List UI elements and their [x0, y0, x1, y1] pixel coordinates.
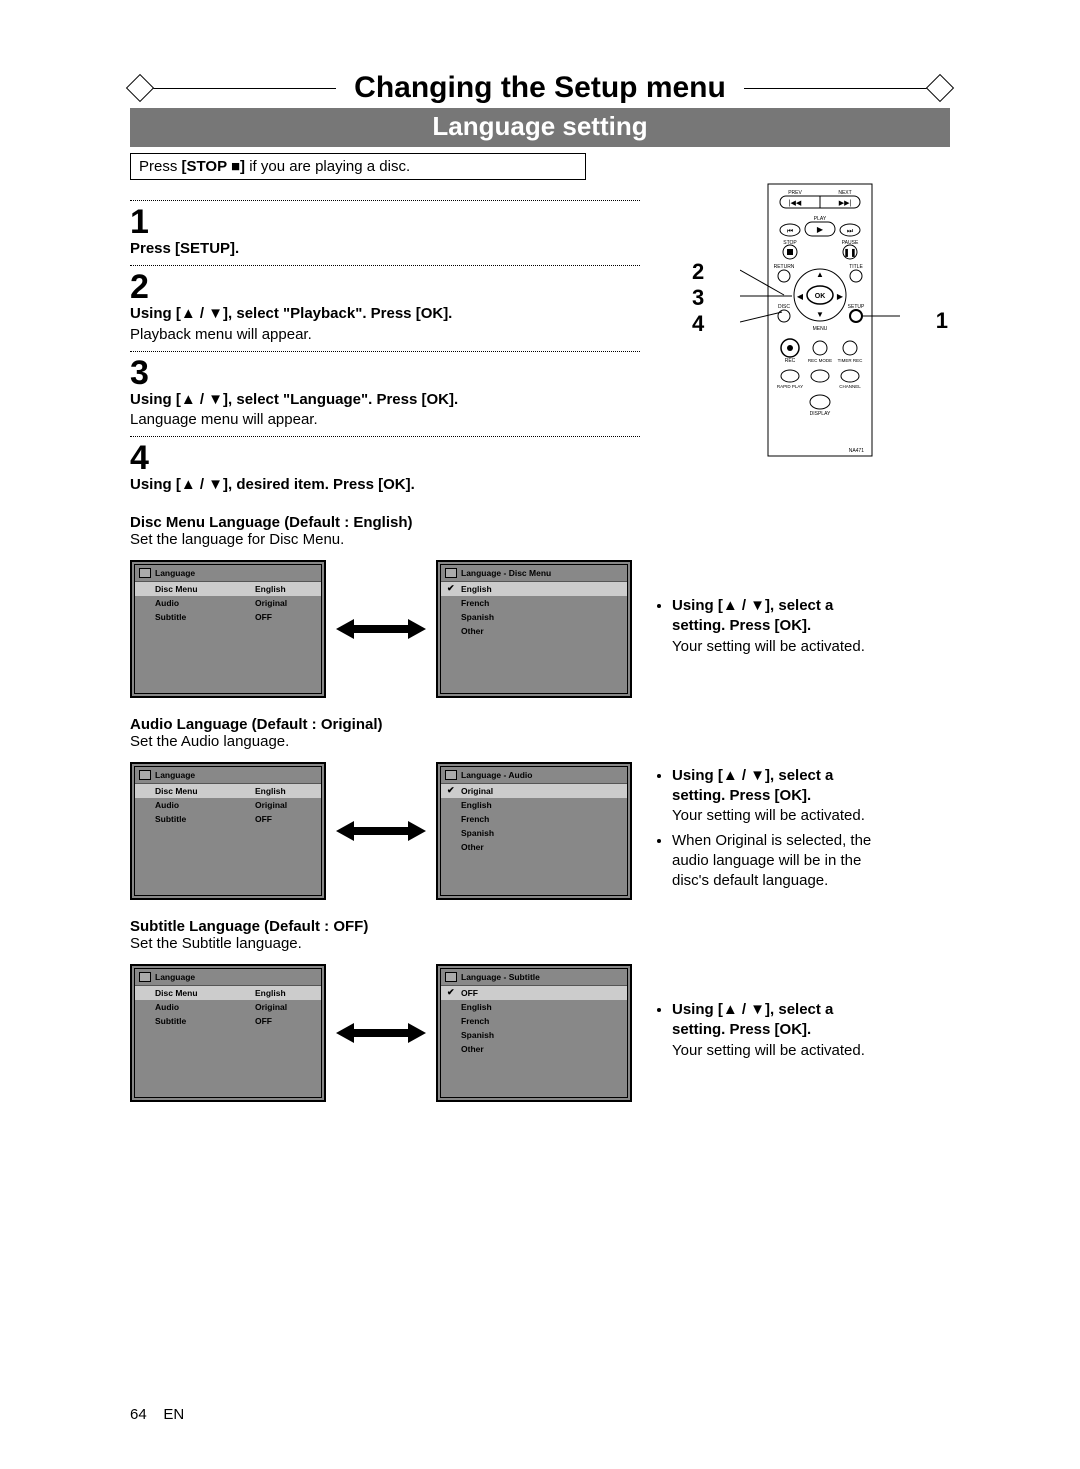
disc-side-bold: Using [▲ / ▼], select a setting. Press [… [672, 597, 833, 634]
audio-side-bold: Using [▲ / ▼], select a setting. Press [… [672, 767, 833, 804]
svg-text:TIMER REC: TIMER REC [838, 358, 864, 363]
subtitle-bar: Language setting [130, 108, 950, 147]
svg-text:❚❚: ❚❚ [843, 248, 856, 257]
subtitle-side-line: Your setting will be activated. [672, 1042, 865, 1059]
disc-section-desc: Set the language for Disc Menu. [130, 531, 950, 548]
subtitle-section-desc: Set the Subtitle language. [130, 935, 950, 952]
language-menu-panel: Language Disc MenuEnglish AudioOriginal … [130, 964, 326, 1102]
svg-text:PLAY: PLAY [814, 216, 827, 222]
svg-text:RAPID PLAY: RAPID PLAY [777, 384, 803, 389]
svg-text:◀: ◀ [797, 292, 804, 301]
header-ornament: Changing the Setup menu [130, 70, 950, 106]
page-lang: EN [163, 1406, 184, 1423]
svg-text:▼: ▼ [816, 310, 824, 319]
step-2-line: Playback menu will appear. [130, 326, 312, 343]
subtitle-menu-panel: Language - Subtitle ✔OFF English French … [436, 964, 632, 1102]
step-3-number: 3 [130, 356, 640, 390]
svg-text:OK: OK [815, 293, 826, 300]
pre-note-key: [STOP ■] [182, 158, 246, 175]
step-3-bold: Using [▲ / ▼], select "Language". Press … [130, 391, 458, 408]
step-4-bold: Using [▲ / ▼], desired item. Press [OK]. [130, 476, 415, 493]
subtitle-section-title: Subtitle Language (Default : OFF) [130, 918, 950, 935]
pre-note-pre: Press [139, 158, 182, 175]
audio-side-line2: When Original is selected, the audio lan… [672, 831, 886, 892]
svg-text:▶: ▶ [837, 292, 844, 301]
step-3-line: Language menu will appear. [130, 411, 318, 428]
svg-text:CHANNEL: CHANNEL [839, 384, 861, 389]
language-menu-panel: Language Disc MenuEnglish AudioOriginal … [130, 762, 326, 900]
audio-menu-panel: Language - Audio ✔Original English Frenc… [436, 762, 632, 900]
svg-text:▶▶|: ▶▶| [839, 200, 852, 207]
double-arrow-icon [326, 819, 436, 843]
disc-side-line: Your setting will be activated. [672, 638, 865, 655]
page-number: 64 [130, 1406, 147, 1423]
audio-side-line1: Your setting will be activated. [672, 807, 865, 824]
disc-menu-panel: Language - Disc Menu ✔English French Spa… [436, 560, 632, 698]
svg-text:▲: ▲ [816, 270, 824, 279]
audio-section-title: Audio Language (Default : Original) [130, 716, 950, 733]
step-ref-1: 1 [936, 308, 948, 334]
step-1-number: 1 [130, 205, 640, 239]
svg-text:MENU: MENU [813, 326, 828, 332]
double-arrow-icon [326, 617, 436, 641]
svg-text:PREV: PREV [788, 190, 802, 196]
disc-section-title: Disc Menu Language (Default : English) [130, 514, 950, 531]
svg-text:REC MODE: REC MODE [808, 358, 832, 363]
svg-text:NEXT: NEXT [838, 190, 851, 196]
language-menu-panel: Language Disc MenuEnglish AudioOriginal … [130, 560, 326, 698]
svg-text:REC: REC [785, 358, 796, 364]
page-title: Changing the Setup menu [354, 71, 726, 105]
pre-note: Press [STOP ■] if you are playing a disc… [130, 153, 586, 180]
svg-text:▶: ▶ [817, 225, 824, 234]
svg-text:NA471: NA471 [849, 448, 865, 454]
pre-note-post: if you are playing a disc. [249, 158, 410, 175]
svg-text:DISC: DISC [778, 304, 790, 310]
step-ref-4: 4 [692, 310, 704, 336]
page-footer: 64 EN [130, 1406, 184, 1423]
svg-text:TITLE: TITLE [849, 264, 863, 270]
step-1-text: Press [SETUP]. [130, 240, 239, 257]
step-2-number: 2 [130, 270, 640, 304]
step-ref-3: 3 [692, 284, 704, 310]
remote-svg: PREV NEXT |◀◀ ▶▶| PLAY ⏮ ▶ ⏭ STOP PAUSE … [740, 180, 900, 460]
svg-text:DISPLAY: DISPLAY [810, 411, 831, 417]
step-ref-2: 2 [692, 258, 704, 284]
audio-section-desc: Set the Audio language. [130, 733, 950, 750]
svg-text:|◀◀: |◀◀ [789, 200, 802, 207]
subtitle-side-bold: Using [▲ / ▼], select a setting. Press [… [672, 1001, 833, 1038]
step-4-number: 4 [130, 441, 640, 475]
svg-text:⏮: ⏮ [787, 228, 793, 235]
svg-text:⏭: ⏭ [847, 228, 854, 235]
step-2-bold: Using [▲ / ▼], select "Playback". Press … [130, 305, 452, 322]
double-arrow-icon [326, 1021, 436, 1045]
svg-text:RETURN: RETURN [774, 264, 795, 270]
remote-diagram: 2 3 4 1 PREV NEXT |◀◀ ▶▶| PLAY ⏮ ▶ ⏭ STO… [720, 180, 920, 460]
